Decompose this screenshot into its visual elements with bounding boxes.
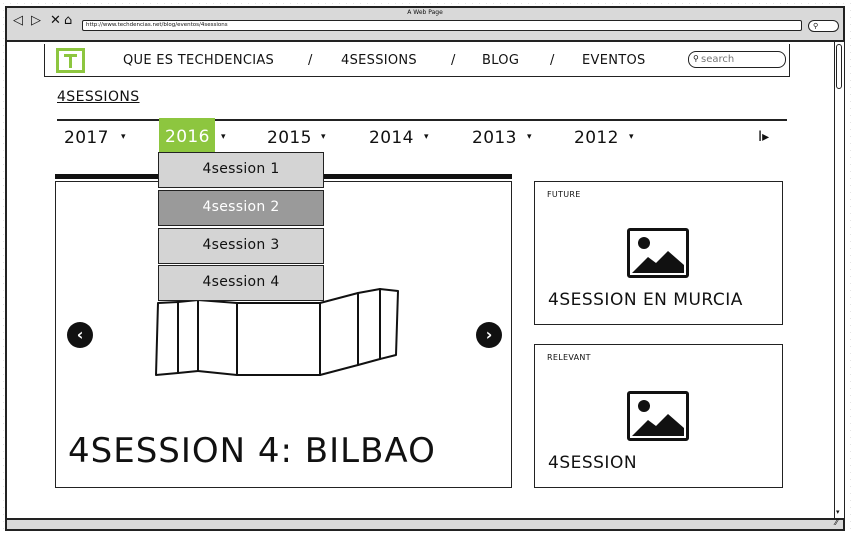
carousel-title: 4SESSION 4: BILBAO bbox=[68, 431, 436, 471]
card-title: 4SESSION bbox=[548, 453, 638, 473]
chevron-down-icon[interactable]: ▾ bbox=[321, 130, 326, 144]
dropdown-item-4session-2[interactable]: 4session 2 bbox=[158, 190, 324, 226]
nav-separator: / bbox=[550, 53, 555, 68]
search-icon: ⚲ bbox=[813, 22, 819, 30]
year-tab-2017[interactable]: 2017 bbox=[64, 128, 109, 148]
image-icon bbox=[632, 400, 684, 436]
fan-panel bbox=[357, 288, 381, 366]
fan-panel bbox=[197, 299, 238, 376]
search-input[interactable] bbox=[701, 53, 781, 65]
search-icon: ⚲ bbox=[693, 54, 699, 63]
fan-panel bbox=[177, 299, 199, 374]
image-icon bbox=[632, 237, 684, 273]
chevron-down-icon[interactable]: ▾ bbox=[121, 130, 126, 144]
scroll-down-icon[interactable]: ▾ bbox=[836, 508, 840, 516]
nav-separator: / bbox=[451, 53, 456, 68]
image-placeholder-icon bbox=[627, 391, 689, 441]
status-bar bbox=[7, 518, 843, 529]
url-field[interactable]: http://www.techdencias.net/blog/eventos/… bbox=[82, 20, 802, 31]
nav-item-eventos[interactable]: EVENTOS bbox=[582, 53, 646, 68]
techdencias-logo[interactable] bbox=[56, 48, 85, 73]
dropdown-item-4session-1[interactable]: 4session 1 bbox=[158, 152, 324, 188]
vertical-scrollbar[interactable] bbox=[834, 42, 844, 518]
close-icon[interactable]: ✕ bbox=[50, 14, 61, 27]
year-tab-2012[interactable]: 2012 bbox=[574, 128, 619, 148]
chevron-down-icon[interactable]: ▾ bbox=[424, 130, 429, 144]
nav-item-blog[interactable]: BLOG bbox=[482, 53, 519, 68]
fan-panel bbox=[379, 288, 399, 360]
carousel-next-button[interactable]: › bbox=[476, 322, 502, 348]
relevant-event-card[interactable]: RELEVANT 4SESSION bbox=[534, 344, 783, 488]
year-tab-2016[interactable]: 2016 bbox=[165, 127, 210, 147]
forward-icon[interactable]: ▷ bbox=[31, 14, 41, 27]
resize-grip-icon[interactable]: ⁄⁄ bbox=[835, 519, 838, 527]
card-label: FUTURE bbox=[547, 190, 581, 199]
browser-search-button[interactable]: ⚲ bbox=[808, 20, 839, 32]
next-years-icon[interactable]: I▸ bbox=[758, 128, 769, 146]
scrollbar-thumb[interactable] bbox=[836, 44, 842, 89]
back-icon[interactable]: ◁ bbox=[13, 14, 23, 27]
section-title[interactable]: 4SESSIONS bbox=[57, 89, 140, 105]
card-label: RELEVANT bbox=[547, 353, 591, 362]
nav-separator: / bbox=[308, 53, 313, 68]
fan-panel bbox=[236, 302, 321, 376]
carousel-prev-button[interactable]: ‹ bbox=[67, 322, 93, 348]
year-tab-2014[interactable]: 2014 bbox=[369, 128, 414, 148]
year-tab-2015[interactable]: 2015 bbox=[267, 128, 312, 148]
nav-search-box[interactable]: ⚲ bbox=[688, 51, 786, 68]
window-title: A Web Page bbox=[407, 9, 443, 16]
nav-item-4sessions[interactable]: 4SESSIONS bbox=[341, 53, 417, 68]
image-placeholder-icon bbox=[627, 228, 689, 278]
home-icon[interactable]: ⌂ bbox=[64, 14, 72, 27]
chevron-down-icon[interactable]: ▾ bbox=[221, 130, 226, 144]
fan-panel bbox=[155, 301, 179, 376]
chevron-down-icon[interactable]: ▾ bbox=[629, 130, 634, 144]
card-title: 4SESSION EN MURCIA bbox=[548, 290, 743, 310]
dropdown-item-4session-4[interactable]: 4session 4 bbox=[158, 265, 324, 301]
chevron-down-icon[interactable]: ▾ bbox=[527, 130, 532, 144]
nav-item-que-es-techdencias[interactable]: QUE ES TECHDENCIAS bbox=[123, 53, 274, 68]
dropdown-item-4session-3[interactable]: 4session 3 bbox=[158, 228, 324, 264]
future-event-card[interactable]: FUTURE 4SESSION EN MURCIA bbox=[534, 181, 783, 325]
year-2016-dropdown: 4session 1 4session 2 4session 3 4sessio… bbox=[158, 152, 326, 306]
year-tab-2013[interactable]: 2013 bbox=[472, 128, 517, 148]
